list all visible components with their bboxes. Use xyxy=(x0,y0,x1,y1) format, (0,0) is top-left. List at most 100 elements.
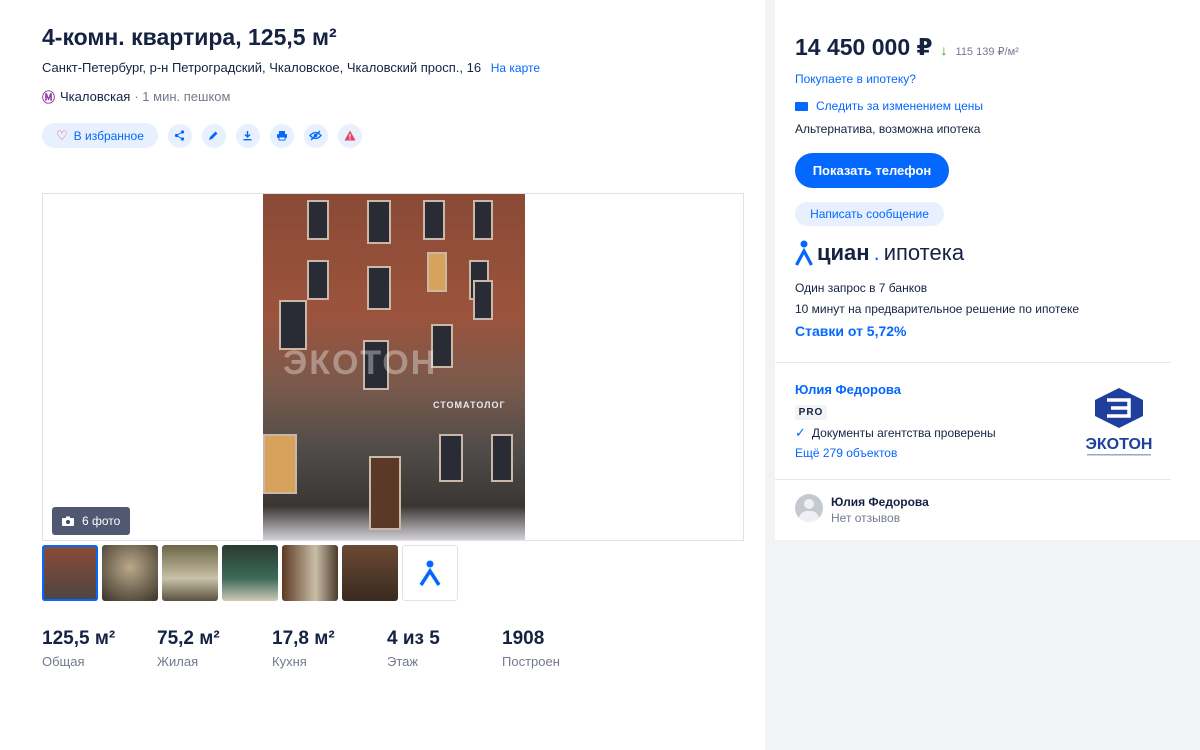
page-title: 4-комн. квартира, 125,5 м² xyxy=(42,24,337,50)
send-message-button[interactable]: Написать сообщение xyxy=(795,202,944,226)
watch-price-label: Следить за изменением цены xyxy=(816,99,984,113)
brand-sub: ипотека xyxy=(883,240,965,265)
show-phone-button[interactable]: Показать телефон xyxy=(795,153,949,188)
promo-line-2: 10 минут на предварительное решение по и… xyxy=(795,302,1079,316)
fact-living-area: 75,2 м² Жилая xyxy=(157,628,272,669)
photo-count: 6 фото xyxy=(82,514,121,528)
price-down-arrow-icon[interactable]: ↓ xyxy=(941,42,948,58)
divider xyxy=(775,362,1171,363)
share-button[interactable] xyxy=(167,123,192,148)
brand-name: циан xyxy=(817,240,870,265)
envelope-icon xyxy=(795,101,808,111)
action-bar: ♡ В избранное xyxy=(42,123,362,148)
agent-name-link[interactable]: Юлия Федорова xyxy=(795,382,901,397)
mortgage-link[interactable]: Покупаете в ипотеку? xyxy=(795,72,916,86)
photo-gallery[interactable]: СТОМАТОЛОГ ЭКОТОН 6 фото xyxy=(42,193,744,541)
fact-built-year: 1908 Построен xyxy=(502,628,617,669)
edit-icon xyxy=(209,131,218,140)
download-icon xyxy=(243,131,252,141)
main-photo[interactable]: СТОМАТОЛОГ ЭКОТОН xyxy=(263,194,525,540)
camera-icon xyxy=(62,516,74,526)
agency-verified: ✓ Документы агентства проверены xyxy=(795,425,996,441)
building-window xyxy=(279,300,307,350)
fact-value: 17,8 м² xyxy=(272,628,335,649)
reviews-status: Нет отзывов xyxy=(831,511,901,525)
edit-button[interactable] xyxy=(201,123,226,148)
agency-logo[interactable]: ЭКОТОН xyxy=(1085,386,1153,458)
agency-verified-text: Документы агентства проверены xyxy=(811,426,996,440)
cian-mortgage-logo[interactable]: циан. ипотека xyxy=(795,240,964,266)
building-window xyxy=(439,434,463,482)
fact-floor: 4 из 5 Этаж xyxy=(387,628,502,669)
building-window xyxy=(473,280,493,320)
building-window xyxy=(307,260,329,300)
price-per-meter: 115 139 ₽/м² xyxy=(955,46,1019,58)
address: Санкт-Петербург, р-н Петроградский, Чкал… xyxy=(42,60,540,75)
report-button[interactable] xyxy=(337,123,362,148)
fact-total-area: 125,5 м² Общая xyxy=(42,628,157,669)
download-button[interactable] xyxy=(235,123,260,148)
metro-info: Ⓜ Чкаловская · 1 мин. пешком xyxy=(42,87,230,106)
thumbnail-3[interactable] xyxy=(162,545,218,601)
hide-icon xyxy=(309,130,323,141)
cian-logo-thumbnail[interactable] xyxy=(402,545,458,601)
building-window xyxy=(427,252,447,292)
cian-logo-icon xyxy=(795,240,813,266)
address-text: Санкт-Петербург, р-н Петроградский, Чкал… xyxy=(42,60,482,75)
avatar-head xyxy=(804,499,814,509)
pro-badge: PRO xyxy=(795,405,827,420)
fact-label: Кухня xyxy=(272,654,307,669)
shop-sign: СТОМАТОЛОГ xyxy=(433,400,506,410)
warning-icon xyxy=(344,130,356,141)
fact-value: 1908 xyxy=(502,628,545,649)
building-window xyxy=(307,200,329,240)
building-window xyxy=(491,434,513,482)
photo-count-badge[interactable]: 6 фото xyxy=(52,507,131,535)
avatar-body xyxy=(799,511,819,522)
favorite-button[interactable]: ♡ В избранное xyxy=(42,123,158,148)
thumbnail-5[interactable] xyxy=(282,545,338,601)
thumbnail-2[interactable] xyxy=(102,545,158,601)
fact-label: Этаж xyxy=(387,654,419,669)
map-link[interactable]: На карте xyxy=(491,61,540,75)
deal-type: Альтернатива, возможна ипотека xyxy=(795,122,981,136)
watch-price-link[interactable]: Следить за изменением цены xyxy=(795,99,983,113)
building-window xyxy=(263,434,297,494)
agency-logo-text: ЭКОТОН xyxy=(1086,436,1153,453)
price: 14 450 000 ₽ xyxy=(795,34,933,60)
fact-label: Построен xyxy=(502,654,560,669)
building-window xyxy=(423,200,445,240)
fact-value: 75,2 м² xyxy=(157,628,220,649)
avatar xyxy=(795,494,823,522)
fact-label: Общая xyxy=(42,654,85,669)
agency-logo-icon: ЭКОТОН xyxy=(1086,388,1153,456)
thumbnail-6[interactable] xyxy=(342,545,398,601)
photo-watermark: ЭКОТОН xyxy=(283,344,438,382)
check-icon: ✓ xyxy=(795,425,806,440)
building-window xyxy=(367,200,391,244)
thumbnail-4[interactable] xyxy=(222,545,278,601)
building-window xyxy=(473,200,493,240)
reviewer-name: Юлия Федорова xyxy=(831,495,929,509)
brand-dot: . xyxy=(873,240,880,265)
building-window xyxy=(367,266,391,310)
fact-kitchen-area: 17,8 м² Кухня xyxy=(272,628,387,669)
fact-label: Жилая xyxy=(157,654,199,669)
thumbnail-strip xyxy=(42,545,458,601)
cian-logo-icon xyxy=(419,560,441,586)
facts-row: 125,5 м² Общая 75,2 м² Жилая 17,8 м² Кух… xyxy=(42,628,617,669)
thumbnail-1[interactable] xyxy=(42,545,98,601)
metro-icon: Ⓜ xyxy=(42,90,56,105)
fact-value: 4 из 5 xyxy=(387,628,440,649)
more-listings-link[interactable]: Ещё 279 объектов xyxy=(795,446,897,460)
mortgage-rates-link[interactable]: Ставки от 5,72% xyxy=(795,323,907,339)
hide-button[interactable] xyxy=(303,123,328,148)
promo-line-1: Один запрос в 7 банков xyxy=(795,281,928,295)
building-door xyxy=(369,456,401,530)
price-row: 14 450 000 ₽ ↓ 115 139 ₽/м² xyxy=(795,34,1019,61)
metro-station[interactable]: Чкаловская xyxy=(60,89,130,104)
print-button[interactable] xyxy=(269,123,294,148)
fact-value: 125,5 м² xyxy=(42,628,116,649)
share-icon xyxy=(175,130,185,141)
heart-icon: ♡ xyxy=(56,127,68,143)
